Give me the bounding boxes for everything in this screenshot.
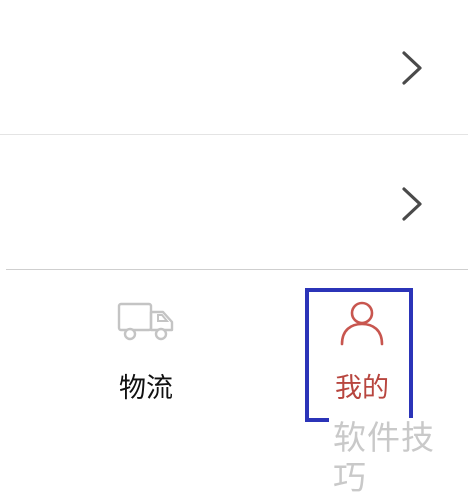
tab-logistics[interactable]: 物流 [86, 270, 206, 420]
watermark-text: 软件技巧 [333, 418, 435, 497]
tab-label-logistics: 物流 [119, 373, 173, 404]
chevron-right-icon [402, 187, 422, 221]
highlight-annotation-box [305, 288, 413, 422]
list-item[interactable] [0, 136, 468, 270]
list-item[interactable] [0, 0, 468, 134]
divider [0, 134, 468, 135]
truck-icon [117, 302, 174, 341]
chevron-right-icon [402, 51, 422, 85]
